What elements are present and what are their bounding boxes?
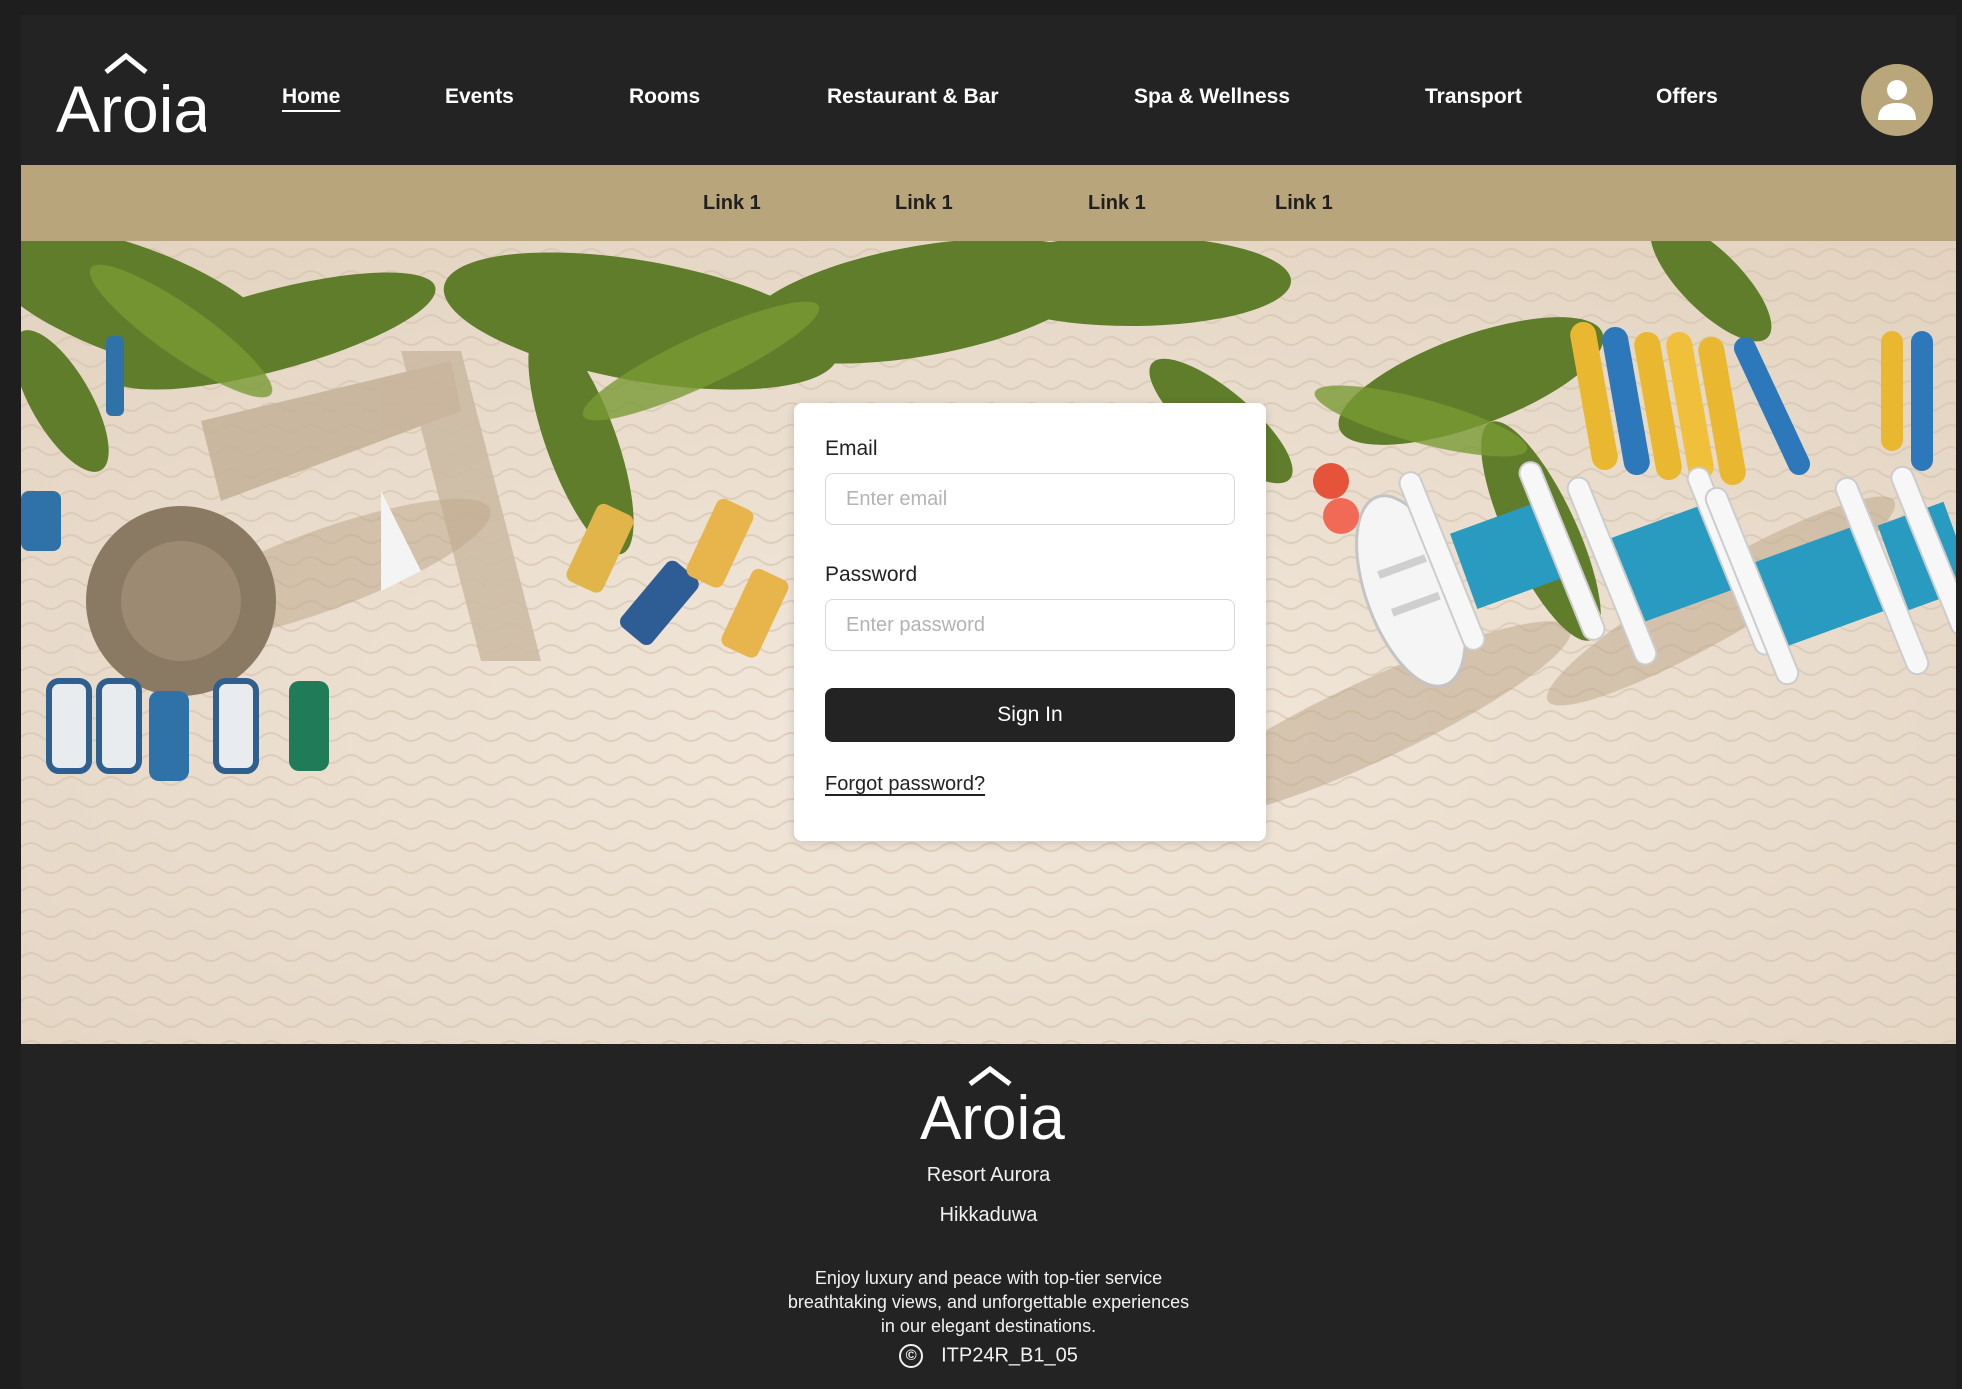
footer-description-line-1: Enjoy luxury and peace with top-tier ser… [814, 1268, 1163, 1288]
nav-item-restaurant-bar[interactable]: Restaurant & Bar [827, 85, 999, 109]
login-form: Email Password Sign In Forgot password? [794, 403, 1266, 841]
footer-location: Hikkaduwa [939, 1204, 1038, 1226]
brand-logo[interactable]: Aroia [56, 48, 210, 146]
logo-graphic: Aroia [56, 52, 210, 146]
copyright-row: © ITP24R_B1_05 [21, 1344, 1956, 1368]
user-icon [1878, 80, 1916, 120]
copyright-icon: © [899, 1344, 924, 1368]
nav-item-events[interactable]: Events [445, 85, 514, 109]
copyright-text: ITP24R_B1_05 [941, 1344, 1078, 1367]
sign-in-button[interactable]: Sign In [825, 688, 1235, 742]
sub-link-1[interactable]: Link 1 [703, 192, 761, 215]
forgot-password-link[interactable]: Forgot password? [825, 773, 985, 796]
footer-description: Enjoy luxury and peace with top-tier ser… [21, 1266, 1956, 1338]
nav-item-rooms[interactable]: Rooms [629, 85, 700, 109]
nav-item-offers[interactable]: Offers [1656, 85, 1718, 109]
logo-graphic: Aroia [920, 1065, 1065, 1153]
sub-navigation: Link 1 Link 1 Link 1 Link 1 [21, 165, 1956, 241]
sub-link-4[interactable]: Link 1 [1275, 192, 1333, 215]
hero-beach-image: Email Password Sign In Forgot password? [21, 241, 1956, 1044]
site-footer: Aroia Resort Aurora Hikkaduwa Enjoy luxu… [21, 1044, 1956, 1389]
footer-description-line-3: in our elegant destinations. [880, 1316, 1097, 1336]
footer-description-line-2: breathtaking views, and unforgettable ex… [787, 1292, 1190, 1312]
nav-item-home[interactable]: Home [282, 85, 340, 109]
nav-item-spa-wellness[interactable]: Spa & Wellness [1134, 85, 1290, 109]
password-label: Password [825, 563, 918, 586]
footer-logo-letters: Aroia [920, 1084, 1065, 1144]
sub-link-3[interactable]: Link 1 [1088, 192, 1146, 215]
page-frame: Aroia Home Events Rooms Restaurant & Bar… [21, 15, 1956, 1389]
email-label: Email [825, 437, 878, 460]
logo-letters: Aroia [56, 72, 206, 138]
footer-resort-name: Resort Aurora [926, 1164, 1051, 1186]
password-field[interactable] [825, 599, 1235, 651]
sub-link-2[interactable]: Link 1 [895, 192, 953, 215]
nav-item-transport[interactable]: Transport [1425, 85, 1522, 109]
user-avatar-button[interactable] [1861, 64, 1933, 136]
footer-logo[interactable]: Aroia [918, 1064, 1068, 1153]
top-navigation: Aroia Home Events Rooms Restaurant & Bar… [21, 15, 1956, 165]
email-field[interactable] [825, 473, 1235, 525]
